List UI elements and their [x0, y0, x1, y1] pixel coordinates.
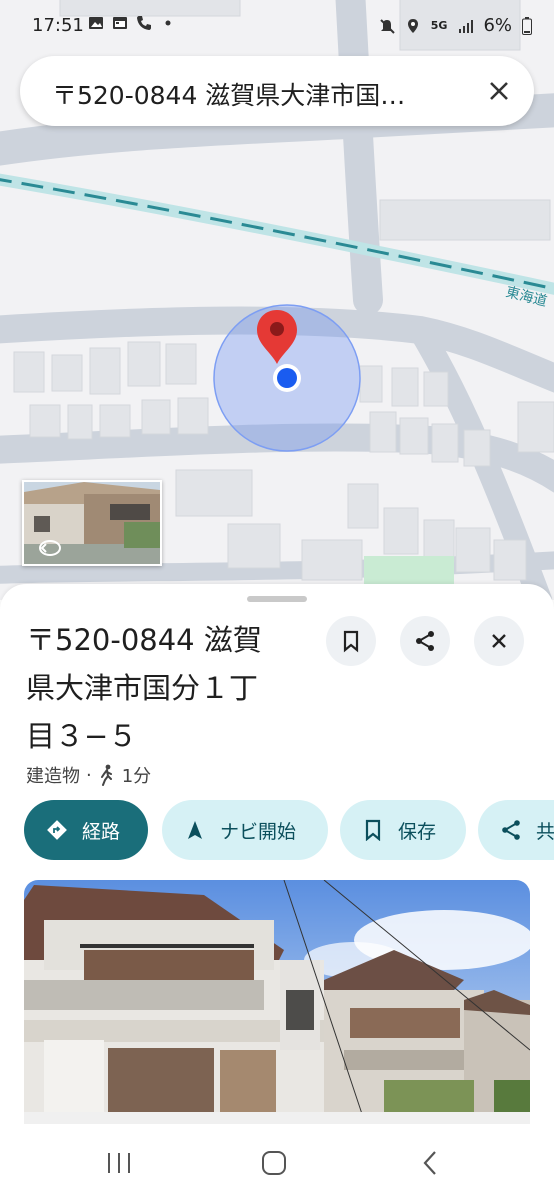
back-icon[interactable] [420, 1150, 440, 1176]
save-round-button[interactable] [326, 616, 376, 666]
search-query[interactable]: 〒520-0844 滋賀県大津市国… [52, 76, 405, 112]
close-icon [492, 634, 506, 648]
share-icon [502, 820, 520, 840]
place-category: 建造物 [26, 766, 80, 787]
status-time: 17:51 [32, 15, 84, 36]
share-round-button[interactable] [400, 616, 450, 666]
share-button[interactable]: 共 [478, 800, 554, 860]
navigate-label: ナビ開始 [220, 820, 297, 843]
calendar-icon [113, 17, 127, 29]
recent-apps-icon[interactable] [106, 1151, 132, 1175]
share-label: 共 [536, 820, 554, 843]
start-navigation-button[interactable]: ナビ開始 [162, 800, 328, 860]
close-sheet-button[interactable] [474, 616, 524, 666]
gallery-icon [89, 17, 103, 29]
place-photo[interactable] [24, 880, 530, 1124]
status-bar: 17:51 5G 6% [0, 0, 554, 52]
bookmark-icon [365, 819, 381, 841]
share-icon [416, 631, 434, 651]
meta-separator: · [86, 764, 92, 786]
home-icon[interactable] [261, 1150, 287, 1176]
place-sheet: 〒520-0844 滋賀 県大津市国分１丁 目３−５ 建造物 · 1分 経路 ナ… [0, 584, 554, 1124]
walking-icon [100, 764, 112, 786]
location-icon [407, 18, 418, 33]
place-meta: 建造物 · 1分 [26, 762, 151, 788]
battery-icon [522, 16, 532, 35]
place-title-line-1: 〒520-0844 滋賀 [26, 623, 262, 657]
place-title-line-3: 目３−５ [26, 719, 138, 753]
phone-call-icon [137, 16, 151, 30]
mute-icon [380, 18, 395, 34]
network-type: 5G [430, 18, 448, 32]
directions-icon [47, 820, 67, 840]
battery-percent: 6% [483, 15, 512, 36]
clear-search-icon[interactable] [482, 74, 516, 108]
bookmark-icon [343, 630, 359, 653]
system-nav-bar [0, 1124, 554, 1200]
navigation-arrow-icon [188, 821, 202, 839]
search-bar[interactable]: 〒520-0844 滋賀県大津市国… [20, 56, 534, 126]
signal-icon [459, 19, 474, 33]
directions-label: 経路 [82, 820, 121, 843]
street-view-thumbnail[interactable] [22, 480, 162, 566]
save-label: 保存 [398, 820, 437, 843]
place-title: 〒520-0844 滋賀 県大津市国分１丁 目３−５ [26, 616, 316, 760]
save-button[interactable]: 保存 [340, 800, 466, 860]
walk-time: 1分 [121, 766, 152, 787]
directions-button[interactable]: 経路 [24, 800, 148, 860]
place-title-line-2: 県大津市国分１丁 [26, 671, 259, 705]
sheet-drag-handle[interactable] [247, 596, 307, 602]
notification-dot-icon [165, 20, 171, 26]
